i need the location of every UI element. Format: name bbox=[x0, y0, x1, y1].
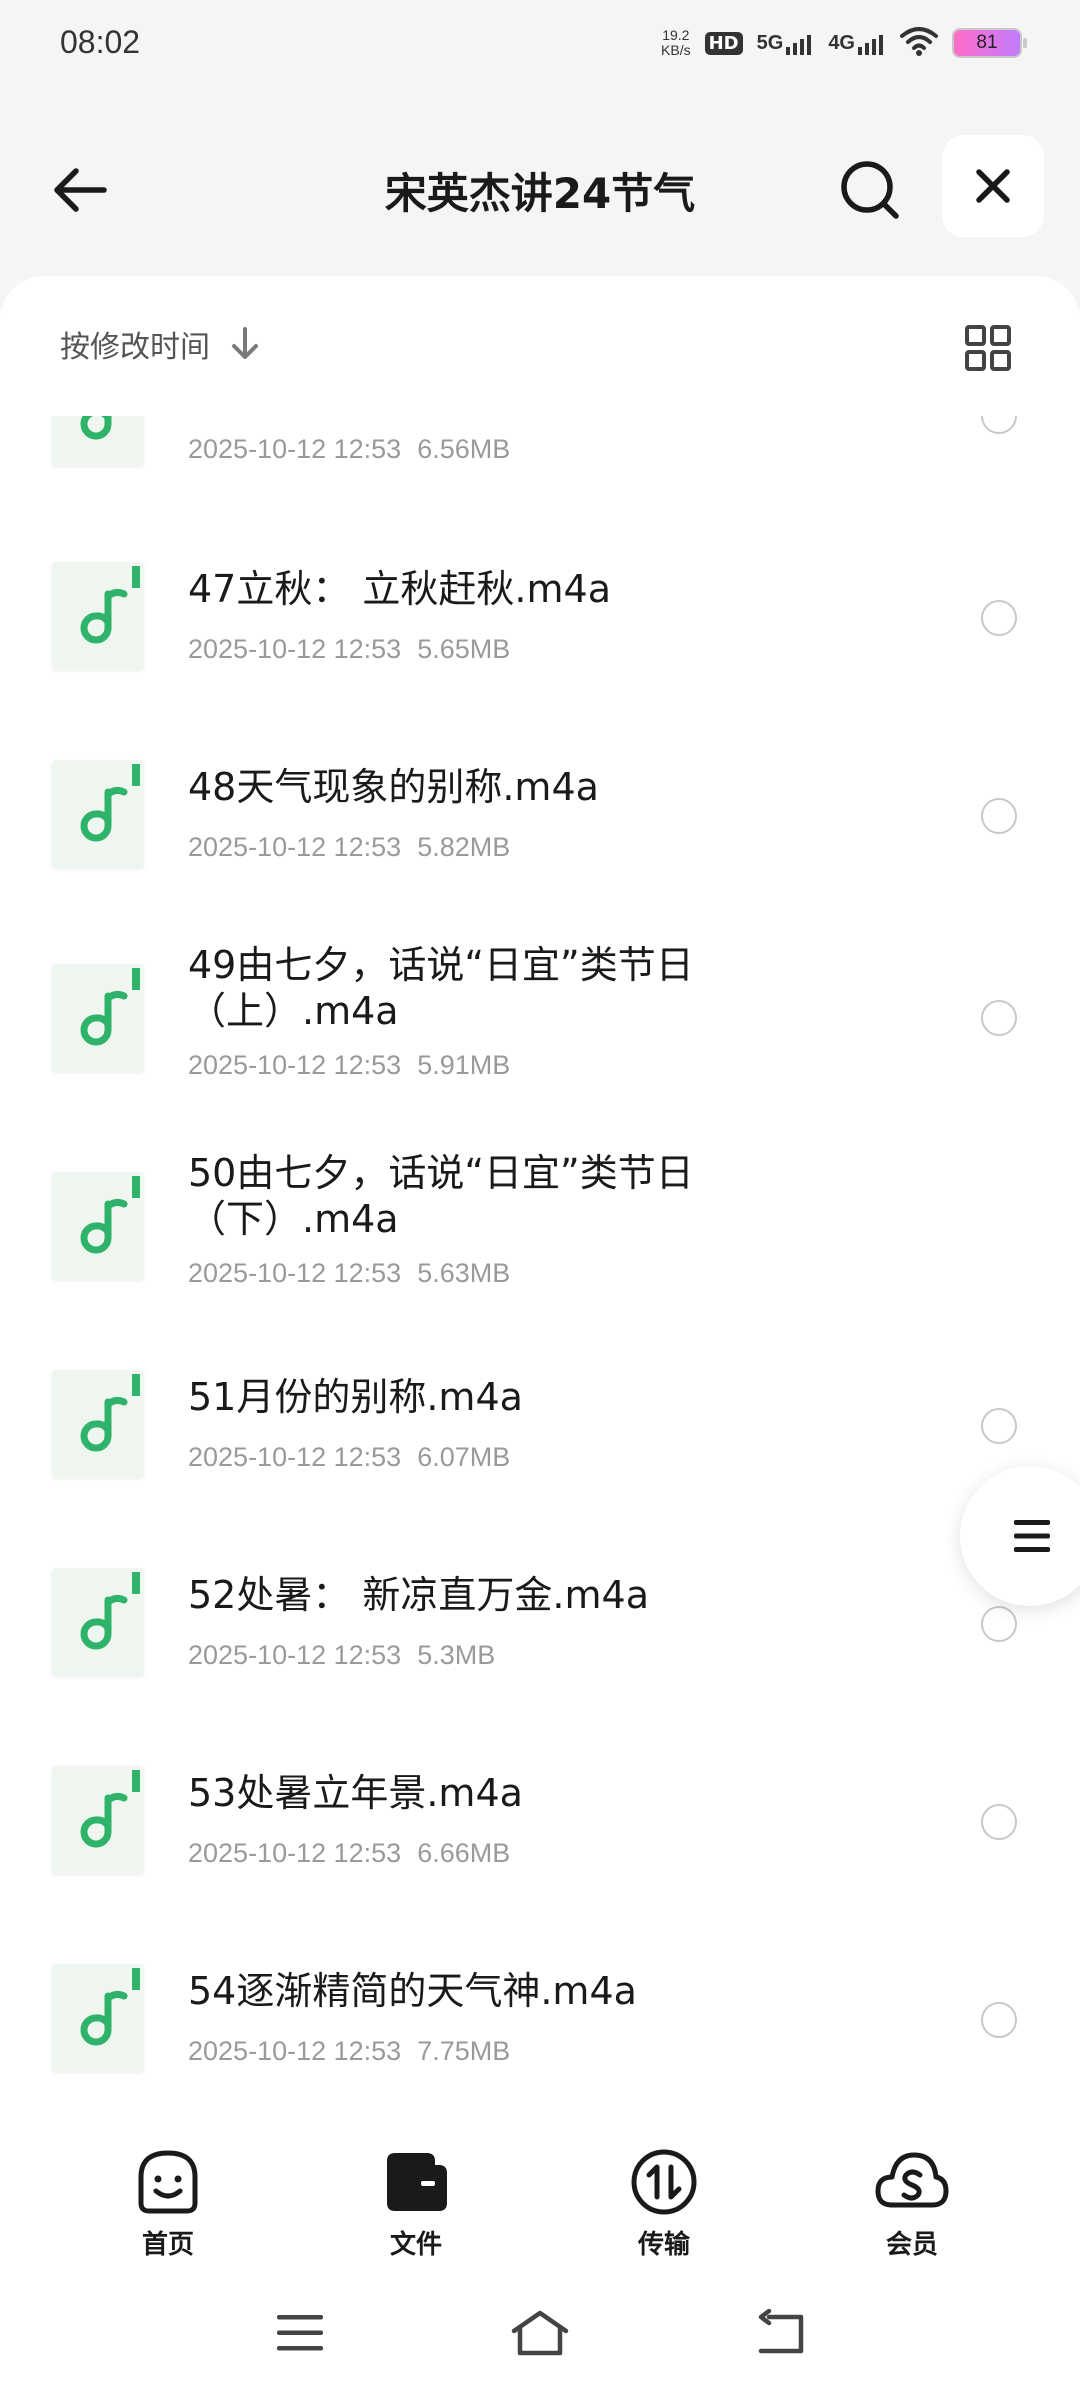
smile-home-icon bbox=[108, 2144, 228, 2220]
audio-file-thumbnail bbox=[52, 964, 144, 1072]
music-note-icon bbox=[80, 1770, 140, 1848]
file-browser: 按修改时间 2025-10-12 12:53 6.56MB 47立秋： 立秋赶秋.… bbox=[0, 276, 1080, 2404]
list-item[interactable]: 54逐渐精简的天气神.m4a 2025-10-12 12:53 7.75MB bbox=[0, 1936, 1080, 2116]
audio-file-thumbnail bbox=[52, 1172, 144, 1280]
audio-file-thumbnail bbox=[52, 416, 144, 466]
list-item[interactable]: 50由七夕，话说“日宜”类节日（下）.m4a 2025-10-12 12:53 5… bbox=[0, 1122, 1080, 1332]
nav-member[interactable]: 会员 bbox=[852, 2144, 972, 2261]
select-checkbox[interactable] bbox=[981, 416, 1017, 434]
file-name: 53处暑立年景.m4a bbox=[188, 1771, 523, 1815]
sort-bar: 按修改时间 bbox=[0, 276, 1080, 416]
home-icon bbox=[511, 2310, 569, 2356]
folder-icon bbox=[356, 2144, 476, 2220]
list-item[interactable]: 52处暑： 新凉直万金.m4a 2025-10-12 12:53 5.3MB bbox=[0, 1540, 1080, 1720]
signal-4g-icon: 4G bbox=[828, 32, 886, 55]
close-button[interactable] bbox=[942, 135, 1044, 237]
music-note-icon bbox=[80, 1968, 140, 2046]
hd-icon: HD bbox=[704, 31, 743, 55]
select-checkbox[interactable] bbox=[981, 1804, 1017, 1840]
signal-5g-icon: 5G bbox=[757, 32, 815, 55]
list-item[interactable]: 48天气现象的别称.m4a 2025-10-12 12:53 5.82MB bbox=[0, 716, 1080, 896]
nav-home[interactable]: 首页 bbox=[108, 2144, 228, 2261]
file-name: 47立秋： 立秋赶秋.m4a bbox=[188, 567, 611, 611]
audio-file-thumbnail bbox=[52, 562, 144, 670]
music-note-icon bbox=[80, 764, 140, 842]
battery-icon: 81 bbox=[952, 28, 1027, 58]
audio-file-thumbnail bbox=[52, 760, 144, 868]
music-note-icon bbox=[80, 416, 112, 440]
search-icon bbox=[841, 161, 899, 219]
audio-file-thumbnail bbox=[52, 1370, 144, 1478]
wifi-icon bbox=[900, 26, 938, 60]
music-note-icon bbox=[80, 1176, 140, 1254]
transfer-icon bbox=[604, 2144, 724, 2220]
cloud-member-icon bbox=[852, 2144, 972, 2220]
grid-view-icon bbox=[965, 325, 1011, 371]
select-checkbox[interactable] bbox=[981, 1408, 1017, 1444]
file-meta: 2025-10-12 12:53 6.56MB bbox=[188, 434, 511, 464]
status-icons: 19.2 KB/s HD 5G 4G 81 bbox=[661, 26, 1027, 60]
file-name: 49由七夕，话说“日宜”类节日（上）.m4a bbox=[188, 943, 694, 1033]
menu-lines-icon bbox=[277, 2315, 323, 2351]
status-time: 08:02 bbox=[60, 24, 141, 60]
music-note-icon bbox=[80, 1374, 140, 1452]
select-checkbox[interactable] bbox=[981, 600, 1017, 636]
list-item[interactable]: 51月份的别称.m4a 2025-10-12 12:53 6.07MB bbox=[0, 1342, 1080, 1522]
nav-files-label: 文件 bbox=[389, 2230, 442, 2260]
file-list: 2025-10-12 12:53 6.56MB 47立秋： 立秋赶秋.m4a 20… bbox=[0, 416, 1080, 2216]
music-note-icon bbox=[80, 566, 140, 644]
arrow-down-icon bbox=[232, 327, 258, 359]
home-button[interactable] bbox=[500, 2298, 580, 2368]
list-item[interactable]: 47立秋： 立秋赶秋.m4a 2025-10-12 12:53 5.65MB bbox=[0, 518, 1080, 698]
status-bar: 08:02 19.2 KB/s HD 5G 4G 81 bbox=[0, 0, 1080, 90]
nav-member-label: 会员 bbox=[885, 2230, 938, 2260]
file-meta: 2025-10-12 12:53 5.82MB bbox=[188, 832, 511, 862]
file-meta: 2025-10-12 12:53 6.07MB bbox=[188, 1442, 511, 1472]
nav-files[interactable]: 文件 bbox=[356, 2144, 476, 2261]
system-nav-bar bbox=[0, 2270, 1080, 2404]
header: 宋英杰讲24节气 bbox=[0, 130, 1080, 250]
list-item[interactable]: 49由七夕，话说“日宜”类节日（上）.m4a 2025-10-12 12:53 5… bbox=[0, 914, 1080, 1124]
close-icon bbox=[976, 169, 1010, 203]
select-checkbox[interactable] bbox=[981, 1000, 1017, 1036]
music-note-icon bbox=[80, 968, 140, 1046]
list-item[interactable]: 2025-10-12 12:53 6.56MB bbox=[0, 416, 1080, 502]
nav-transfer-label: 传输 bbox=[637, 2230, 690, 2260]
nav-transfer[interactable]: 传输 bbox=[604, 2144, 724, 2261]
file-meta: 2025-10-12 12:53 7.75MB bbox=[188, 2036, 511, 2066]
file-name: 52处暑： 新凉直万金.m4a bbox=[188, 1573, 649, 1617]
audio-file-thumbnail bbox=[52, 1964, 144, 2072]
network-speed: 19.2 KB/s bbox=[661, 27, 691, 58]
back-nav-icon bbox=[758, 2309, 804, 2354]
select-checkbox[interactable] bbox=[981, 1606, 1017, 1642]
list-item[interactable]: 53处暑立年景.m4a 2025-10-12 12:53 6.66MB bbox=[0, 1738, 1080, 1918]
sort-button[interactable]: 按修改时间 bbox=[60, 322, 260, 366]
sort-label: 按修改时间 bbox=[60, 330, 210, 365]
file-meta: 2025-10-12 12:53 6.66MB bbox=[188, 1838, 511, 1868]
select-checkbox[interactable] bbox=[981, 2002, 1017, 2038]
file-name: 51月份的别称.m4a bbox=[188, 1375, 523, 1419]
file-name: 48天气现象的别称.m4a bbox=[188, 765, 599, 809]
view-toggle-button[interactable] bbox=[958, 318, 1018, 378]
page-title: 宋英杰讲24节气 bbox=[384, 169, 696, 218]
file-name: 54逐渐精简的天气神.m4a bbox=[188, 1969, 637, 2013]
file-meta: 2025-10-12 12:53 5.91MB bbox=[188, 1050, 511, 1080]
select-checkbox[interactable] bbox=[981, 798, 1017, 834]
bottom-nav: 首页 文件 传输 会员 bbox=[0, 2120, 1080, 2270]
file-meta: 2025-10-12 12:53 5.3MB bbox=[188, 1640, 496, 1670]
file-meta: 2025-10-12 12:53 5.65MB bbox=[188, 634, 511, 664]
music-note-icon bbox=[80, 1572, 140, 1650]
nav-home-label: 首页 bbox=[141, 2230, 194, 2260]
file-meta: 2025-10-12 12:53 5.63MB bbox=[188, 1258, 511, 1288]
recent-apps-button[interactable] bbox=[260, 2298, 340, 2368]
search-button[interactable] bbox=[830, 150, 910, 230]
file-name: 50由七夕，话说“日宜”类节日（下）.m4a bbox=[188, 1151, 694, 1241]
menu-icon bbox=[1014, 1520, 1050, 1552]
audio-file-thumbnail bbox=[52, 1568, 144, 1676]
audio-file-thumbnail bbox=[52, 1766, 144, 1874]
back-nav-button[interactable] bbox=[740, 2298, 820, 2368]
